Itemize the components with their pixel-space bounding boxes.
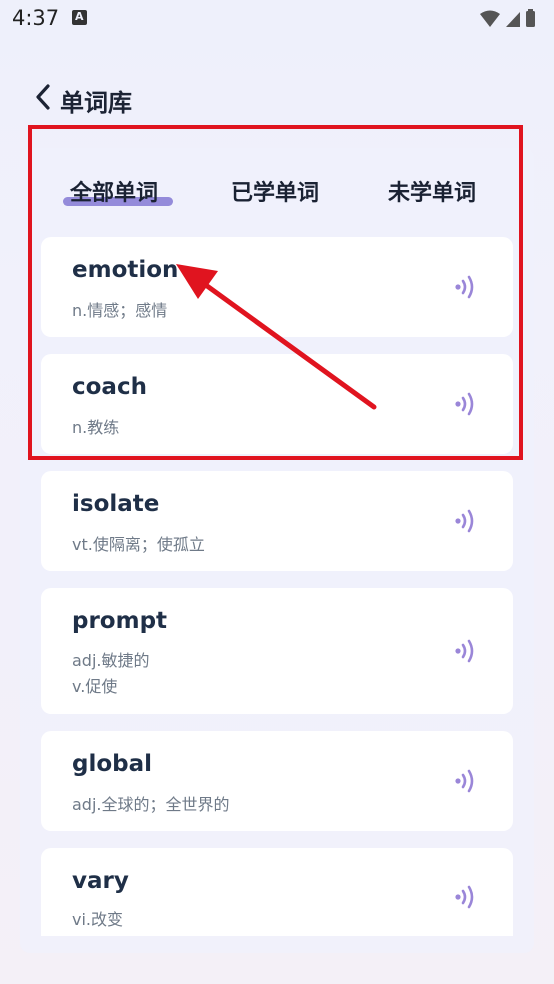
speaker-icon[interactable]: [455, 274, 477, 300]
speaker-icon[interactable]: [455, 884, 477, 910]
word-meaning: vi.改变: [72, 910, 124, 929]
word-meaning: vt.使隔离；使孤立: [72, 535, 205, 554]
status-icons: [478, 8, 540, 30]
back-button[interactable]: [30, 80, 58, 116]
speaker-icon[interactable]: [455, 391, 477, 417]
word-card[interactable]: emotion n.情感；感情: [41, 237, 513, 337]
speaker-icon[interactable]: [455, 768, 477, 794]
word-filter-tabs: 全部单词 已学单词 未学单词: [20, 160, 534, 220]
status-time: 4:37: [12, 6, 60, 30]
word-card[interactable]: coach n.教练: [41, 354, 513, 454]
word-text: prompt: [72, 608, 168, 634]
chevron-left-icon: [36, 84, 50, 110]
status-bar: 4:37: [0, 0, 554, 38]
tab-unlearned-words[interactable]: 未学单词: [388, 175, 476, 207]
tab-learned-words[interactable]: 已学单词: [231, 175, 319, 207]
word-card[interactable]: global adj.全球的；全世界的: [41, 731, 513, 831]
word-card[interactable]: isolate vt.使隔离；使孤立: [41, 471, 513, 571]
word-meaning: v.促使: [72, 677, 118, 696]
page-title: 单词库: [60, 89, 132, 117]
word-card[interactable]: vary vi.改变: [41, 848, 513, 936]
accessibility-notification-icon: [72, 10, 87, 25]
word-text: coach: [72, 374, 147, 400]
word-text: vary: [72, 868, 129, 894]
word-meaning: adj.全球的；全世界的: [72, 795, 230, 814]
word-meaning: n.教练: [72, 418, 120, 437]
tab-all-words[interactable]: 全部单词: [70, 175, 158, 207]
speaker-icon[interactable]: [455, 638, 477, 664]
battery-icon: [526, 9, 535, 27]
word-meaning: n.情感；感情: [72, 301, 168, 320]
word-meaning: adj.敏捷的: [72, 651, 150, 670]
speaker-icon[interactable]: [455, 508, 477, 534]
word-text: isolate: [72, 491, 160, 517]
signal-icon: [506, 12, 520, 27]
word-text: global: [72, 751, 153, 777]
wifi-icon: [480, 10, 500, 27]
word-card[interactable]: prompt adj.敏捷的 v.促使: [41, 588, 513, 714]
word-text: emotion: [72, 257, 179, 283]
